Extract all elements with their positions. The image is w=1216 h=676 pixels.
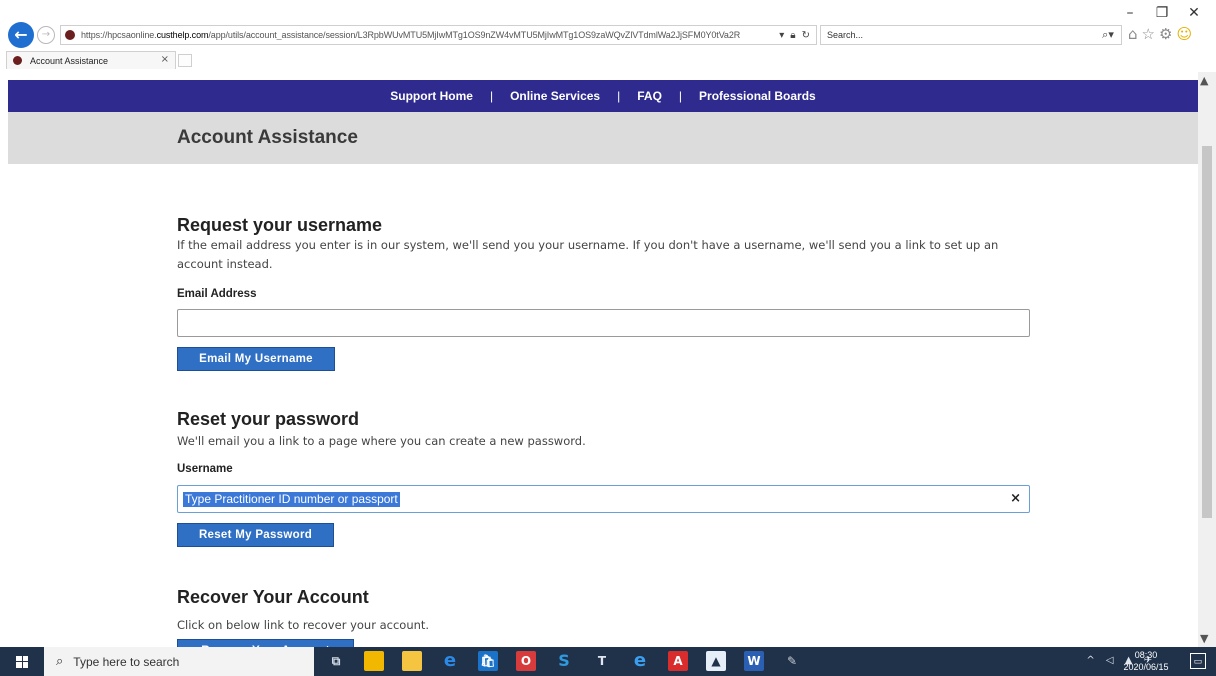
recover-your-account-button[interactable]: Recover Your Account [177,639,354,647]
start-button[interactable] [0,647,44,676]
restore-icon[interactable]: ❐ [1146,4,1178,22]
feedback-smiley-icon[interactable]: ☺ [1176,25,1192,43]
file-explorer-icon[interactable] [402,651,422,671]
windows-logo-icon [16,655,28,668]
username-label: Username [177,463,233,475]
nav-item-online-services[interactable]: Online Services [510,89,600,103]
internet-explorer-icon[interactable]: e [630,651,650,671]
recover-description: Click on below link to recover your acco… [177,618,430,632]
tab-close-icon[interactable]: × [161,54,169,65]
browser-tools: ⌂ ☆ ⚙ ☺ [1128,25,1192,43]
address-row: ← → https://hpcsaonline.custhelp.com/app… [0,22,1216,48]
nav-item-faq[interactable]: FAQ [637,89,662,103]
dropdown-arrow-icon[interactable]: ▾ [779,30,784,41]
windows-taskbar: ⌕ Type here to search ⧉ e 🛍︎ O S T e A ▲… [0,647,1216,676]
clear-field-icon[interactable]: × [1010,491,1021,506]
photos-icon[interactable]: ▲ [706,651,726,671]
close-icon[interactable]: ✕ [1178,4,1210,22]
nav-separator: | [617,89,621,103]
paint-icon[interactable]: ✎ [782,651,802,671]
password-heading: Reset your password [177,409,360,429]
taskbar-clock[interactable]: 08:30 2020/06/15 [1120,649,1172,673]
tab-strip: Account Assistance × [0,50,1216,70]
password-description: We'll email you a link to a page where y… [177,434,586,448]
nav-separator: | [678,89,683,103]
acrobat-icon[interactable]: A [668,651,688,671]
app-t-icon[interactable]: T [592,651,612,671]
email-label: Email Address [177,288,257,300]
username-heading: Request your username [177,215,383,235]
username-description: If the email address you enter is in our… [177,238,999,271]
notifications-icon[interactable]: ▭ [1190,653,1206,669]
forward-arrow-icon[interactable]: → [37,26,55,44]
clock-time: 08:30 [1134,650,1158,660]
word-icon[interactable]: W [744,651,764,671]
refresh-icon[interactable]: ↻ [802,30,810,41]
reset-my-password-button[interactable]: Reset My Password [177,523,334,547]
scroll-thumb[interactable] [1202,146,1212,518]
tab-account-assistance[interactable]: Account Assistance × [6,51,176,69]
browser-search-input[interactable]: Search... [820,25,1122,45]
page-header: Account Assistance [8,112,1198,164]
site-favicon-icon [65,30,75,40]
username-field[interactable]: Type Practitioner ID number or passport … [177,485,1030,513]
home-icon[interactable]: ⌂ [1128,25,1138,43]
recover-heading: Recover Your Account [177,587,369,607]
page-viewport: Support Home | Online Services | FAQ | P… [0,72,1198,647]
nav-item-professional-boards[interactable]: Professional Boards [699,89,816,103]
address-bar[interactable]: https://hpcsaonline.custhelp.com/app/uti… [60,25,817,45]
settings-gear-icon[interactable]: ⚙ [1159,25,1172,43]
favorites-star-icon[interactable]: ☆ [1142,25,1155,43]
address-bar-actions: ▾ 🔒︎ ↻ [773,30,816,41]
store-icon[interactable]: 🛍︎ [478,651,498,671]
opera-icon[interactable]: O [516,651,536,671]
email-field[interactable] [177,309,1030,337]
browser-chrome: – ❐ ✕ ← → https://hpcsaonline.custhelp.c… [0,0,1216,72]
username-field-value: Type Practitioner ID number or passport [183,492,400,507]
new-tab-button[interactable] [178,54,192,67]
site-top-nav: Support Home | Online Services | FAQ | P… [8,80,1198,112]
skype-icon[interactable]: S [554,651,574,671]
taskbar-apps: ⧉ e 🛍︎ O S T e A ▲ W ✎ [326,651,802,671]
lock-icon[interactable]: 🔒︎ [790,30,795,41]
email-my-username-button[interactable]: Email My Username [177,347,335,371]
task-view-icon[interactable]: ⧉ [326,651,346,671]
search-dropdown-icon[interactable]: ⌕▾ [1095,25,1121,45]
tab-title: Account Assistance [30,55,109,66]
back-arrow-icon[interactable]: ← [8,22,34,48]
clock-date: 2020/06/15 [1123,662,1169,672]
minimize-icon[interactable]: – [1114,4,1146,22]
sticky-notes-icon[interactable] [364,651,384,671]
tab-favicon-icon [13,56,22,65]
taskbar-search[interactable]: ⌕ Type here to search [44,647,314,676]
nav-item-support-home[interactable]: Support Home [390,89,473,103]
page-scrollbar[interactable]: ▲ ▼ [1198,72,1216,647]
scroll-up-icon[interactable]: ▲ [1200,74,1208,87]
nav-separator: | [489,89,494,103]
edge-icon[interactable]: e [440,651,460,671]
url-text[interactable]: https://hpcsaonline.custhelp.com/app/uti… [81,30,773,40]
window-controls: – ❐ ✕ [1114,4,1210,22]
taskbar-search-placeholder: Type here to search [73,654,180,669]
search-icon: ⌕ [56,654,64,669]
scroll-down-icon[interactable]: ▼ [1200,632,1208,645]
page-title: Account Assistance [177,127,358,148]
